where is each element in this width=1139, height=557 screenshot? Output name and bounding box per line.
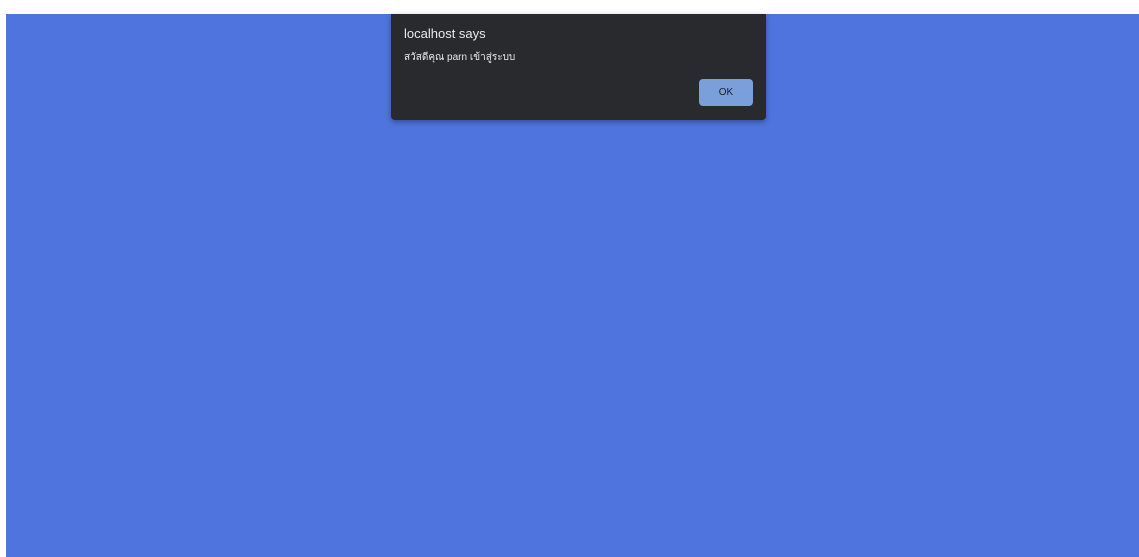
alert-dialog: localhost says สวัสดีคุณ parn เข้าสู่ระบ… [391,14,766,120]
alert-title: localhost says [404,26,486,41]
alert-message: สวัสดีคุณ parn เข้าสู่ระบบ [404,52,516,63]
ok-button[interactable]: OK [699,79,753,106]
